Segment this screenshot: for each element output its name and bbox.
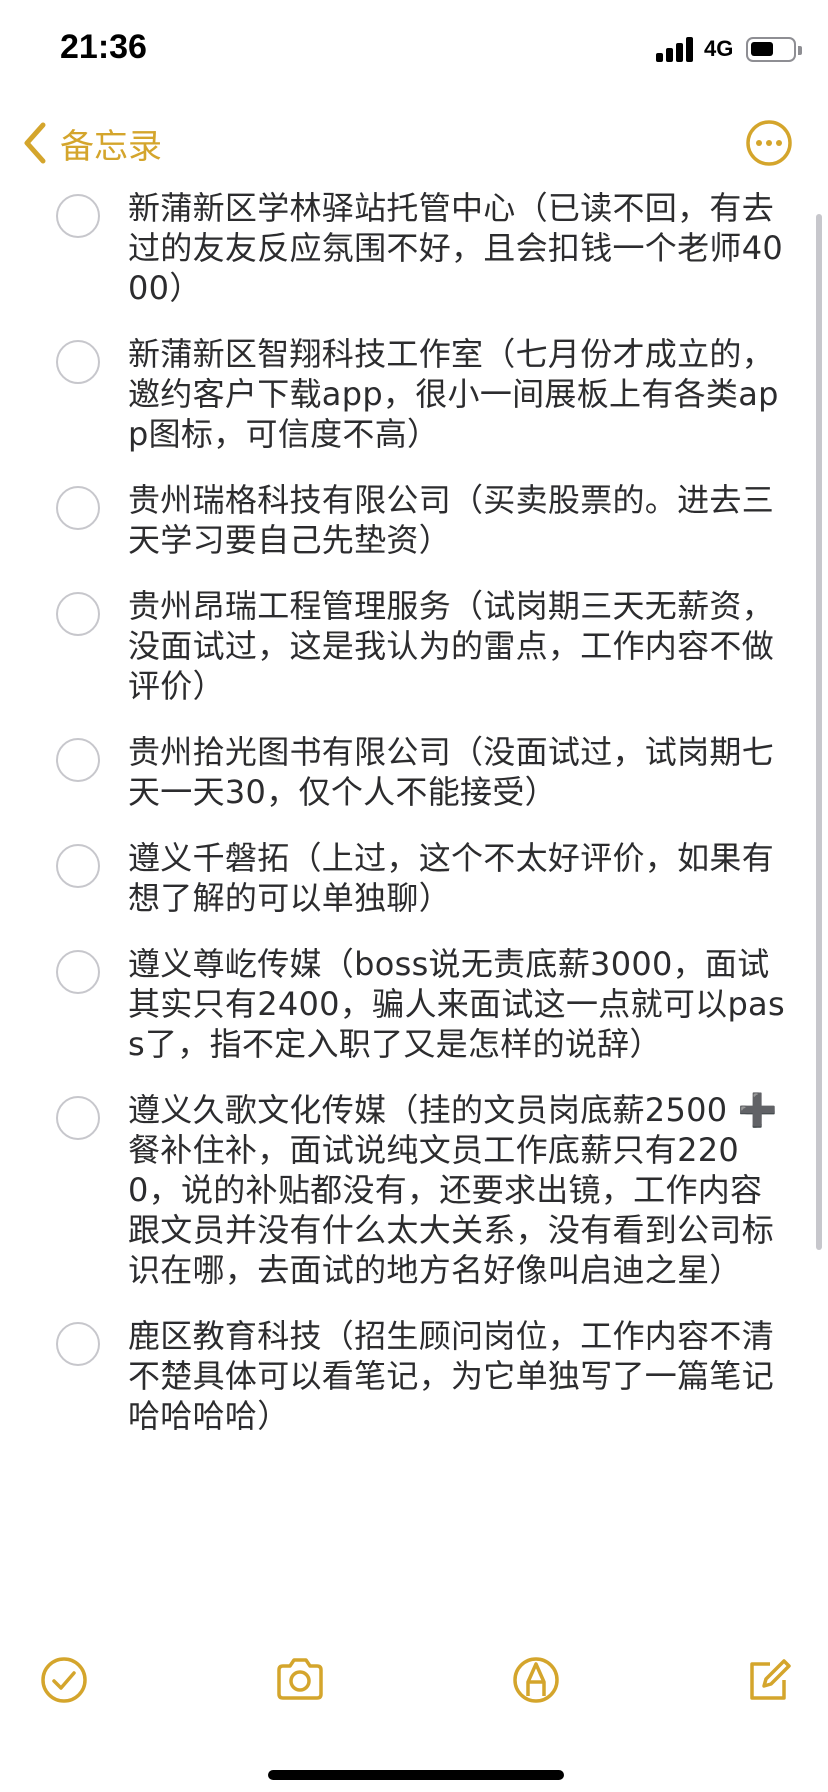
checklist-item: 贵州昂瑞工程管理服务（试岗期三天无薪资，没面试过，这是我认为的雷点，工作内容不做… <box>0 586 828 706</box>
signal-strength-icon <box>656 36 696 62</box>
checkbox[interactable] <box>56 950 100 994</box>
checkbox[interactable] <box>56 340 100 384</box>
camera-button[interactable] <box>270 1650 330 1710</box>
checklist-item: 新蒲新区智翔科技工作室（七月份才成立的，邀约客户下载app，很小一间展板上有各类… <box>0 334 828 454</box>
checklist-item: 遵义千磐拓（上过，这个不太好评价，如果有想了解的可以单独聊） <box>0 838 828 918</box>
checklist-item: 贵州瑞格科技有限公司（买卖股票的。进去三天学习要自己先垫资） <box>0 480 828 560</box>
checklist-item: 鹿区教育科技（招生顾问岗位，工作内容不清不楚具体可以看笔记，为它单独写了一篇笔记… <box>0 1316 828 1436</box>
checklist-button[interactable] <box>34 1650 94 1710</box>
status-time: 21:36 <box>60 28 147 66</box>
checklist: 新蒲新区学林驿站托管中心（已读不回，有去过的友友反应氛围不好，且会扣钱一个老师4… <box>0 188 828 1462</box>
checklist-item-text[interactable]: 遵义千磐拓（上过，这个不太好评价，如果有想了解的可以单独聊） <box>128 838 788 918</box>
checkbox[interactable] <box>56 194 100 238</box>
checklist-item-text[interactable]: 遵义尊屹传媒（boss说无责底薪3000，面试其实只有2400，骗人来面试这一点… <box>128 944 788 1064</box>
notes-screen: 21:36 4G 备忘录 新蒲新区学林驿站托管中心（已读不回，有去过的友友反应氛… <box>0 0 828 1792</box>
compose-icon <box>750 1659 791 1700</box>
ellipsis-circle-icon <box>746 120 792 166</box>
checkbox[interactable] <box>56 486 100 530</box>
more-options-button[interactable] <box>744 118 794 168</box>
markup-pen-icon <box>513 1657 559 1703</box>
back-label: 备忘录 <box>60 126 162 167</box>
network-type: 4G <box>704 36 734 61</box>
checklist-icon <box>41 1657 87 1703</box>
battery-icon <box>746 37 802 62</box>
checklist-item-text[interactable]: 新蒲新区学林驿站托管中心（已读不回，有去过的友友反应氛围不好，且会扣钱一个老师4… <box>128 188 788 308</box>
checklist-item-text[interactable]: 遵义久歌文化传媒（挂的文员岗底薪2500 ➕ 餐补住补，面试说纯文员工作底薪只有… <box>128 1090 788 1290</box>
chevron-left-icon <box>24 122 46 164</box>
checklist-item: 贵州拾光图书有限公司（没面试过，试岗期七天一天30，仅个人不能接受） <box>0 732 828 812</box>
compose-button[interactable] <box>738 1650 798 1710</box>
checkbox[interactable] <box>56 1096 100 1140</box>
status-bar: 21:36 4G <box>0 0 828 100</box>
checklist-item-text[interactable]: 新蒲新区智翔科技工作室（七月份才成立的，邀约客户下载app，很小一间展板上有各类… <box>128 334 788 454</box>
checklist-item-text[interactable]: 贵州瑞格科技有限公司（买卖股票的。进去三天学习要自己先垫资） <box>128 480 788 560</box>
home-indicator[interactable] <box>268 1770 564 1780</box>
checkbox[interactable] <box>56 844 100 888</box>
checklist-item-text[interactable]: 贵州昂瑞工程管理服务（试岗期三天无薪资，没面试过，这是我认为的雷点，工作内容不做… <box>128 586 788 706</box>
markup-button[interactable] <box>506 1650 566 1710</box>
checklist-item-text[interactable]: 贵州拾光图书有限公司（没面试过，试岗期七天一天30，仅个人不能接受） <box>128 732 788 812</box>
checkbox[interactable] <box>56 592 100 636</box>
navigation-bar: 备忘录 <box>0 110 828 180</box>
checkbox[interactable] <box>56 1322 100 1366</box>
checklist-item: 遵义久歌文化传媒（挂的文员岗底薪2500 ➕ 餐补住补，面试说纯文员工作底薪只有… <box>0 1090 828 1290</box>
checklist-item: 遵义尊屹传媒（boss说无责底薪3000，面试其实只有2400，骗人来面试这一点… <box>0 944 828 1064</box>
checklist-item-text[interactable]: 鹿区教育科技（招生顾问岗位，工作内容不清不楚具体可以看笔记，为它单独写了一篇笔记… <box>128 1316 788 1436</box>
back-button[interactable]: 备忘录 <box>22 118 162 168</box>
scrollbar[interactable] <box>816 214 822 1250</box>
camera-icon <box>277 1658 323 1700</box>
checkbox[interactable] <box>56 738 100 782</box>
checklist-item: 新蒲新区学林驿站托管中心（已读不回，有去过的友友反应氛围不好，且会扣钱一个老师4… <box>0 188 828 308</box>
bottom-toolbar <box>0 1650 828 1730</box>
